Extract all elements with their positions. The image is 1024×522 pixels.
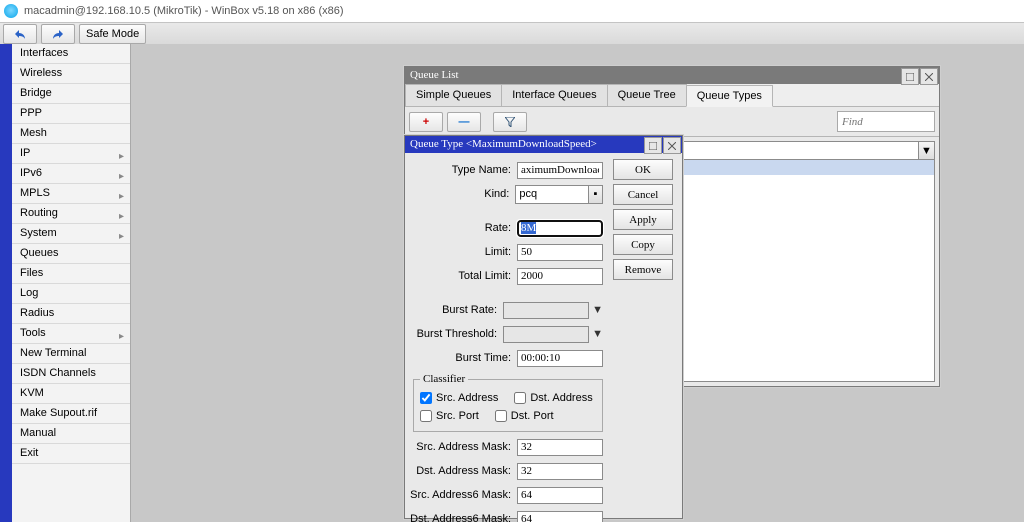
minimize-icon[interactable]	[901, 68, 919, 85]
dst-mask-label: Dst. Address Mask:	[405, 465, 517, 477]
limit-label: Limit:	[405, 246, 517, 258]
add-icon[interactable]: +	[409, 112, 443, 132]
limit-input[interactable]	[517, 244, 603, 261]
expand-icon[interactable]: ▼	[592, 328, 603, 340]
dst-mask-input[interactable]	[517, 463, 603, 480]
dst-address-check[interactable]: Dst. Address	[514, 392, 592, 404]
top-toolbar: Safe Mode	[0, 22, 1024, 46]
find-input[interactable]	[837, 111, 935, 132]
burst-threshold-label: Burst Threshold:	[405, 328, 503, 340]
burst-rate-input[interactable]	[503, 302, 589, 319]
sidebar-item-new-terminal[interactable]: New Terminal	[12, 344, 130, 364]
type-name-label: Type Name:	[405, 164, 517, 176]
dialog-buttons: OK Cancel Apply Copy Remove	[613, 159, 673, 512]
total-limit-label: Total Limit:	[405, 270, 517, 282]
dst-port-check[interactable]: Dst. Port	[495, 410, 554, 422]
sidebar-item-bridge[interactable]: Bridge	[12, 84, 130, 104]
filter-icon[interactable]	[493, 112, 527, 132]
safe-mode-button[interactable]: Safe Mode	[79, 24, 146, 44]
sidebar-item-ipv6[interactable]: IPv6▸	[12, 164, 130, 184]
src6-mask-input[interactable]	[517, 487, 603, 504]
tab-simple-queues[interactable]: Simple Queues	[405, 84, 502, 106]
queue-type-titlebar[interactable]: Queue Type <MaximumDownloadSpeed>	[405, 136, 682, 153]
sidebar-item-routing[interactable]: Routing▸	[12, 204, 130, 224]
src6-mask-label: Src. Address6 Mask:	[405, 489, 517, 501]
src-address-check[interactable]: Src. Address	[420, 392, 498, 404]
src-mask-label: Src. Address Mask:	[405, 441, 517, 453]
chevron-down-icon[interactable]: ▼	[918, 142, 934, 159]
sidebar-item-tools[interactable]: Tools▸	[12, 324, 130, 344]
sidebar-item-radius[interactable]: Radius	[12, 304, 130, 324]
tab-interface-queues[interactable]: Interface Queues	[501, 84, 607, 106]
sidebar-item-kvm[interactable]: KVM	[12, 384, 130, 404]
apply-button[interactable]: Apply	[613, 209, 673, 230]
sidebar-item-mpls[interactable]: MPLS▸	[12, 184, 130, 204]
sidebar-item-mesh[interactable]: Mesh	[12, 124, 130, 144]
rate-input[interactable]	[517, 220, 603, 237]
close-icon[interactable]	[920, 68, 938, 85]
classifier-legend: Classifier	[420, 373, 468, 385]
redo-button[interactable]	[41, 24, 75, 44]
ok-button[interactable]: OK	[613, 159, 673, 180]
queue-list-toolbar: + —	[405, 107, 939, 137]
burst-rate-label: Burst Rate:	[405, 304, 503, 316]
sidebar-item-isdn-channels[interactable]: ISDN Channels	[12, 364, 130, 384]
queue-list-titlebar[interactable]: Queue List	[405, 67, 939, 84]
sidebar-item-manual[interactable]: Manual	[12, 424, 130, 444]
sidebar: InterfacesWirelessBridgePPPMeshIP▸IPv6▸M…	[0, 44, 131, 522]
total-limit-input[interactable]	[517, 268, 603, 285]
dst6-mask-input[interactable]	[517, 511, 603, 522]
sidebar-item-interfaces[interactable]: Interfaces	[12, 44, 130, 64]
minimize-icon[interactable]	[644, 137, 662, 154]
window-titlebar: macadmin@192.168.10.5 (MikroTik) - WinBo…	[0, 0, 1024, 22]
remove-button[interactable]: Remove	[613, 259, 673, 280]
queue-list-tabs: Simple QueuesInterface QueuesQueue TreeQ…	[405, 84, 939, 107]
sidebar-item-queues[interactable]: Queues	[12, 244, 130, 264]
burst-time-label: Burst Time:	[405, 352, 517, 364]
dst6-mask-label: Dst. Address6 Mask:	[405, 513, 517, 522]
queue-type-title: Queue Type <MaximumDownloadSpeed>	[410, 136, 644, 153]
src-port-check[interactable]: Src. Port	[420, 410, 479, 422]
sidebar-item-exit[interactable]: Exit	[12, 444, 130, 464]
undo-button[interactable]	[3, 24, 37, 44]
app-icon	[4, 4, 18, 18]
sidebar-item-ppp[interactable]: PPP	[12, 104, 130, 124]
sidebar-menu: InterfacesWirelessBridgePPPMeshIP▸IPv6▸M…	[12, 44, 130, 522]
remove-icon[interactable]: —	[447, 112, 481, 132]
expand-icon[interactable]: ▼	[592, 304, 603, 316]
sidebar-item-system[interactable]: System▸	[12, 224, 130, 244]
queue-type-form: Type Name: Kind: pcq▪ Rate: Limit: Total…	[405, 159, 603, 512]
tab-queue-tree[interactable]: Queue Tree	[607, 84, 687, 106]
close-icon[interactable]	[663, 137, 681, 154]
src-mask-input[interactable]	[517, 439, 603, 456]
sidebar-item-wireless[interactable]: Wireless	[12, 64, 130, 84]
cancel-button[interactable]: Cancel	[613, 184, 673, 205]
sidebar-item-make-supout-rif[interactable]: Make Supout.rif	[12, 404, 130, 424]
burst-time-input[interactable]	[517, 350, 603, 367]
kind-select[interactable]: pcq▪	[515, 185, 603, 204]
sidebar-accent	[0, 44, 12, 522]
sidebar-item-ip[interactable]: IP▸	[12, 144, 130, 164]
kind-label: Kind:	[405, 188, 515, 200]
queue-type-window: Queue Type <MaximumDownloadSpeed> Type N…	[404, 135, 683, 519]
copy-button[interactable]: Copy	[613, 234, 673, 255]
sidebar-item-log[interactable]: Log	[12, 284, 130, 304]
queue-list-title: Queue List	[410, 67, 901, 84]
rate-label: Rate:	[405, 222, 517, 234]
type-name-input[interactable]	[517, 162, 603, 179]
updown-icon[interactable]: ▪	[588, 186, 602, 203]
burst-threshold-input[interactable]	[503, 326, 589, 343]
tab-queue-types[interactable]: Queue Types	[686, 85, 773, 107]
title-text: macadmin@192.168.10.5 (MikroTik) - WinBo…	[24, 0, 344, 22]
classifier-group: Classifier Src. Address Dst. Address Src…	[413, 373, 603, 432]
workspace: InterfacesWirelessBridgePPPMeshIP▸IPv6▸M…	[0, 44, 1024, 522]
sidebar-item-files[interactable]: Files	[12, 264, 130, 284]
